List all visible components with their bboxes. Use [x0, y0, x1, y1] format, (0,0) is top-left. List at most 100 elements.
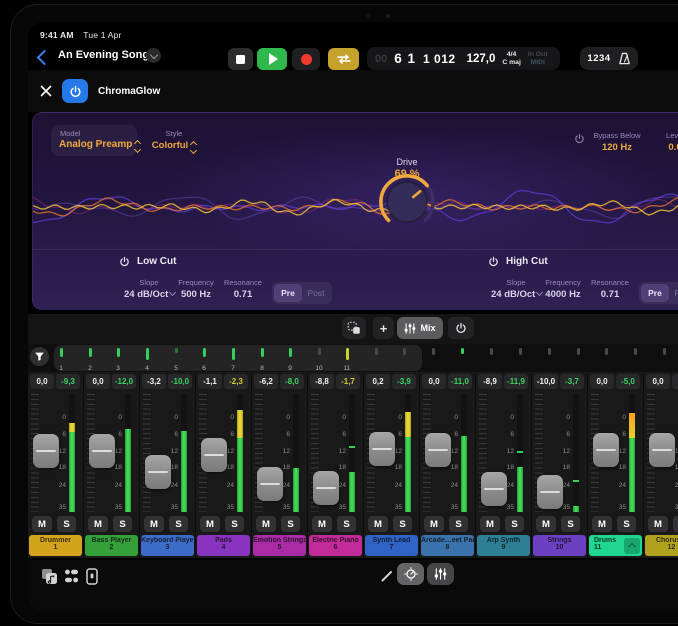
solo-button[interactable]: S — [505, 516, 524, 532]
low-cut-power-icon[interactable] — [119, 256, 130, 267]
mute-button[interactable]: M — [592, 516, 612, 532]
record-button[interactable] — [292, 48, 320, 70]
mute-button[interactable]: M — [144, 516, 164, 532]
mute-button[interactable]: M — [312, 516, 332, 532]
solo-button[interactable]: S — [393, 516, 412, 532]
loops-browser-icon[interactable] — [41, 568, 58, 585]
level-control[interactable]: Level 0.0 — [651, 131, 678, 153]
track-label[interactable]: Strings 10 — [533, 535, 586, 556]
track-label[interactable]: Bass Player 2 — [85, 535, 138, 556]
solo-button[interactable]: S — [617, 516, 636, 532]
track-label[interactable]: Keyboard Player 3 — [141, 535, 194, 556]
solo-button[interactable]: S — [337, 516, 356, 532]
cycle-button[interactable] — [328, 48, 359, 70]
navigator-ticks[interactable]: 1234567891011 — [28, 348, 678, 372]
volume-fader[interactable] — [481, 472, 507, 506]
channel-volume-value[interactable]: 0,0 — [590, 374, 614, 389]
track-label[interactable]: Drums 11 — [589, 535, 642, 556]
volume-fader[interactable] — [145, 455, 171, 489]
stop-button[interactable] — [228, 48, 253, 70]
volume-fader[interactable] — [33, 434, 59, 468]
volume-fader[interactable] — [89, 434, 115, 468]
volume-fader[interactable] — [537, 475, 563, 509]
solo-button[interactable]: S — [57, 516, 76, 532]
mute-button[interactable]: M — [200, 516, 220, 532]
pencil-icon[interactable] — [380, 569, 393, 582]
mute-button[interactable]: M — [648, 516, 668, 532]
track-label[interactable]: Chorus V 12 — [645, 535, 678, 556]
channel-volume-value[interactable]: 0,0 — [86, 374, 110, 389]
track-label[interactable]: Emotion Strings 5 — [253, 535, 306, 556]
song-title[interactable]: An Evening Song — [58, 49, 149, 61]
back-chevron-icon[interactable] — [39, 52, 50, 63]
track-label[interactable]: Arcade…eet Pad 8 — [421, 535, 474, 556]
channel-volume-value[interactable]: -6,2 — [254, 374, 278, 389]
plugins-icon[interactable] — [64, 568, 79, 584]
collapse-mixer-button[interactable] — [624, 538, 640, 554]
channel-volume-value[interactable]: -8,9 — [478, 374, 502, 389]
mute-button[interactable]: M — [424, 516, 444, 532]
model-selector[interactable]: Model Analog Preamp — [51, 125, 137, 156]
mixer-power-button[interactable] — [448, 317, 474, 339]
style-selector[interactable]: Style Colorful — [141, 129, 207, 153]
volume-fader[interactable] — [649, 433, 675, 467]
track-label[interactable]: Arp Synth 9 — [477, 535, 530, 556]
track-label[interactable]: Pads 4 — [197, 535, 250, 556]
solo-button[interactable]: S — [449, 516, 468, 532]
controls-view-button[interactable] — [397, 563, 424, 585]
pre-button[interactable]: Pre — [274, 284, 302, 302]
volume-fader[interactable] — [425, 433, 451, 467]
close-icon[interactable] — [40, 85, 52, 97]
channel-volume-value[interactable]: 0,2 — [366, 374, 390, 389]
high-cut-power-icon[interactable] — [488, 256, 499, 267]
bypass-below-control[interactable]: Bypass Below 120 Hz — [581, 131, 653, 153]
mix-toggle-button[interactable]: Mix — [397, 317, 443, 339]
high-cut-resonance[interactable]: Resonance 0.71 — [588, 278, 632, 300]
channel-volume-value[interactable]: -10,0 — [534, 374, 558, 389]
solo-button[interactable]: S — [169, 516, 188, 532]
post-button[interactable]: Post — [669, 284, 678, 302]
channel-volume-value[interactable]: 0,0 — [422, 374, 446, 389]
channel-volume-value[interactable]: 0,0 — [30, 374, 54, 389]
mute-button[interactable]: M — [88, 516, 108, 532]
plugin-power-button[interactable] — [62, 79, 88, 103]
mute-button[interactable]: M — [32, 516, 52, 532]
count-in-button[interactable]: 1234 — [587, 53, 610, 64]
volume-fader[interactable] — [313, 471, 339, 505]
mixer-view-button[interactable] — [427, 563, 454, 585]
solo-button[interactable]: S — [281, 516, 300, 532]
solo-button[interactable]: S — [673, 516, 678, 532]
solo-button[interactable]: S — [113, 516, 132, 532]
mute-button[interactable]: M — [536, 516, 556, 532]
low-cut-slope[interactable]: Slope 24 dB/Oct — [124, 278, 174, 300]
play-surface-icon[interactable] — [86, 568, 98, 585]
solo-button[interactable]: S — [561, 516, 580, 532]
volume-fader[interactable] — [593, 433, 619, 467]
add-plugin-button[interactable]: + — [373, 317, 394, 339]
high-cut-slope[interactable]: Slope 24 dB/Oct — [491, 278, 541, 300]
volume-fader[interactable] — [201, 438, 227, 472]
mute-button[interactable]: M — [480, 516, 500, 532]
track-label[interactable]: Drummer 1 — [29, 535, 82, 556]
channel-volume-value[interactable]: -8,8 — [310, 374, 334, 389]
play-button[interactable] — [257, 48, 287, 70]
channel-volume-value[interactable]: -1,1 — [198, 374, 222, 389]
mute-button[interactable]: M — [368, 516, 388, 532]
low-cut-frequency[interactable]: Frequency 500 Hz — [173, 278, 219, 300]
volume-fader[interactable] — [257, 467, 283, 501]
high-cut-frequency[interactable]: Frequency 4000 Hz — [540, 278, 586, 300]
post-button[interactable]: Post — [302, 284, 330, 302]
song-menu-button[interactable] — [146, 48, 161, 63]
solo-button[interactable]: S — [225, 516, 244, 532]
metronome-icon[interactable] — [618, 52, 631, 66]
low-cut-resonance[interactable]: Resonance 0.71 — [221, 278, 265, 300]
volume-fader[interactable] — [369, 432, 395, 466]
drive-knob[interactable] — [375, 170, 439, 234]
mute-button[interactable]: M — [256, 516, 276, 532]
track-label[interactable]: Synth Lead 7 — [365, 535, 418, 556]
pre-button[interactable]: Pre — [641, 284, 669, 302]
lcd-display[interactable]: 00 6 1 1 012 127,0 4/4C maj In OutMIDI — [367, 47, 560, 70]
channel-volume-value[interactable]: 0,0 — [646, 374, 670, 389]
channel-volume-value[interactable]: -3,2 — [142, 374, 166, 389]
track-label[interactable]: Electric Piano 6 — [309, 535, 362, 556]
